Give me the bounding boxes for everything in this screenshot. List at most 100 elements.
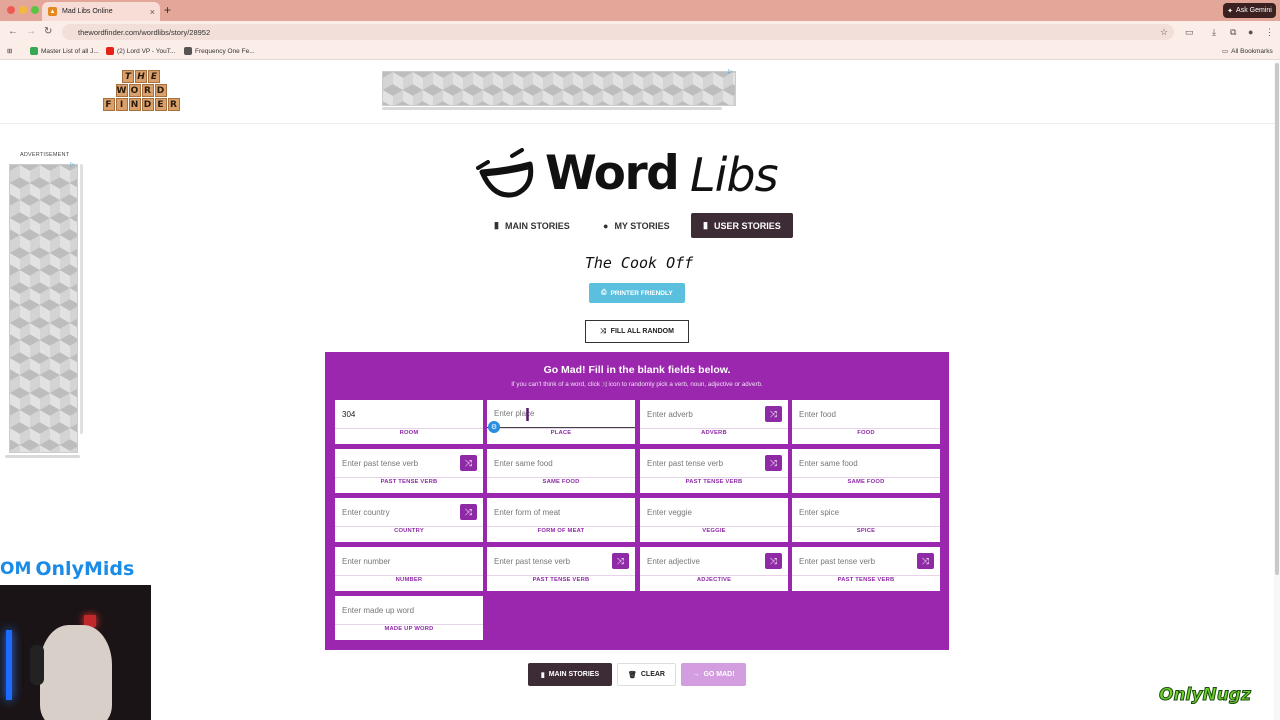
minimize-window-icon[interactable] [19,6,27,14]
adchoices-icon[interactable]: ▷ [70,161,75,168]
url-field[interactable]: thewordfinder.com/wordlibs/story/28952 [62,24,1174,40]
randomize-button[interactable]: ⤨ [612,553,629,569]
close-window-icon[interactable] [7,6,15,14]
bookmark-item[interactable]: Frequency One Fe... [184,47,255,55]
forward-arrow-icon[interactable]: → [26,26,36,37]
field-divider [792,526,940,527]
field-label: ADJECTIVE [696,577,732,583]
word-field: FOOD [792,400,940,444]
back-arrow-icon[interactable]: ← [8,26,18,37]
panel-heading: Go Mad! Fill in the blank fields below. [543,364,731,376]
apps-grid-icon[interactable]: ⊞ [7,47,12,55]
logo-word: Word [545,146,680,201]
sidepanel-icon[interactable]: ▭ [1185,27,1194,38]
ad-scrollbar[interactable] [382,107,722,110]
word-input[interactable] [487,400,635,428]
printer-icon: ⎙ [601,289,607,296]
story-title: The Cook Off [584,254,694,272]
reload-icon[interactable]: ↻ [44,26,52,37]
bookmark-item[interactable]: Master List of all J... [30,47,99,55]
menu-dots-icon[interactable]: ⋮ [1265,27,1274,38]
word-field: FORM OF MEAT [487,498,635,542]
logo-row: F I N D E R [96,98,186,111]
bookmark-site-icon [184,47,192,55]
ad-scrollbar[interactable] [5,455,80,458]
book-icon: ▮ [703,220,708,230]
onlymids-text: OnlyMids [35,558,135,580]
randomize-button[interactable]: ⤨ [460,455,477,471]
main-stories-label: MAIN STORIES [548,671,600,678]
word-field: ROOM [335,400,483,444]
logo-tile: F [102,98,115,111]
extension-badge-icon[interactable]: ⚙ [488,421,500,433]
ad-scrollbar[interactable] [80,164,83,434]
bookmark-youtube-icon [106,47,114,55]
instructions-pre: If you can't think of a word, click [511,381,600,388]
logo-tile: N [128,98,141,111]
text-cursor-icon: I [525,405,531,425]
fill-random-label: FILL ALL RANDOM [610,328,674,335]
webcam-overlay [0,585,151,720]
onlymids-logo: OM OnlyMids [0,555,152,583]
field-divider [640,526,788,527]
download-icon[interactable]: ⤓ [1212,27,1216,38]
grin-face-icon [476,148,534,198]
word-field: ⤨ ADJECTIVE [640,547,788,591]
randomize-button[interactable]: ⤨ [917,553,934,569]
word-input[interactable] [335,400,483,428]
field-divider [792,428,940,429]
word-input[interactable] [487,449,635,477]
page-scroll-thumb[interactable] [1275,63,1279,575]
word-input[interactable] [792,400,940,428]
side-banner-ad[interactable] [9,164,78,453]
tab-close-icon[interactable]: × [150,7,155,17]
printer-friendly-button[interactable]: ⎙ PRINTER FRIENDLY [589,283,685,303]
folder-icon: ▭ [1222,48,1229,55]
word-input[interactable] [487,498,635,526]
word-input[interactable] [792,449,940,477]
field-label: FOOD [857,430,875,436]
extensions-icon[interactable]: ⧉ [1230,27,1236,38]
fill-all-random-button[interactable]: ⤨ FILL ALL RANDOM [585,320,689,343]
word-input[interactable] [640,498,788,526]
shuffle-icon: ⤨ [601,381,607,388]
word-input[interactable] [335,547,483,575]
all-bookmarks[interactable]: ▭ All Bookmarks [1222,47,1273,56]
top-banner-ad[interactable] [382,71,736,106]
tab-user-stories[interactable]: ▮ USER STORIES [691,213,793,238]
go-mad-label: GO MAD! [703,671,735,678]
go-mad-button[interactable]: → GO MAD! [681,663,746,686]
tab-label: MAIN STORIES [504,220,570,231]
maximize-window-icon[interactable] [31,6,39,14]
new-tab-button[interactable]: + [164,3,171,17]
browser-tab[interactable]: ▲ Mad Libs Online × [42,2,160,21]
onlymids-mark: OM [0,559,32,579]
logo-tile: T [122,70,134,83]
randomize-button[interactable]: ⤨ [765,553,782,569]
tab-main-stories[interactable]: ▮ MAIN STORIES [482,213,582,238]
gemini-sparkle-icon: ✦ [1227,7,1234,15]
field-label: PAST TENSE VERB [380,479,438,485]
ask-gemini-button[interactable]: ✦ Ask Gemini [1223,3,1276,18]
adchoices-icon[interactable]: ▷ [728,68,733,75]
word-input[interactable] [792,498,940,526]
field-divider [487,477,635,478]
field-divider [792,477,940,478]
tab-label: MY STORIES [614,220,670,231]
field-divider [487,575,635,576]
wordlibs-logo[interactable]: Word Libs [468,146,808,206]
fill-in-panel: Go Mad! Fill in the blank fields below. … [325,352,949,650]
main-stories-button[interactable]: ▮ MAIN STORIES [528,663,612,686]
bookmark-item[interactable]: (2) Lord VP - YouT... [106,47,175,55]
tab-my-stories[interactable]: ● MY STORIES [591,213,682,238]
clear-button[interactable]: 🗑 CLEAR [617,663,676,686]
star-bookmark-icon[interactable]: ☆ [1160,27,1168,38]
randomize-button[interactable]: ⤨ [765,455,782,471]
profile-icon[interactable]: ● [1248,27,1253,37]
header-divider [0,123,1275,124]
randomize-button[interactable]: ⤨ [765,406,782,422]
randomize-button[interactable]: ⤨ [460,504,477,520]
webcam-person [40,625,112,720]
thewordfinder-logo[interactable]: T H E W O R D F I N D E R [96,70,186,112]
word-input[interactable] [335,596,483,624]
